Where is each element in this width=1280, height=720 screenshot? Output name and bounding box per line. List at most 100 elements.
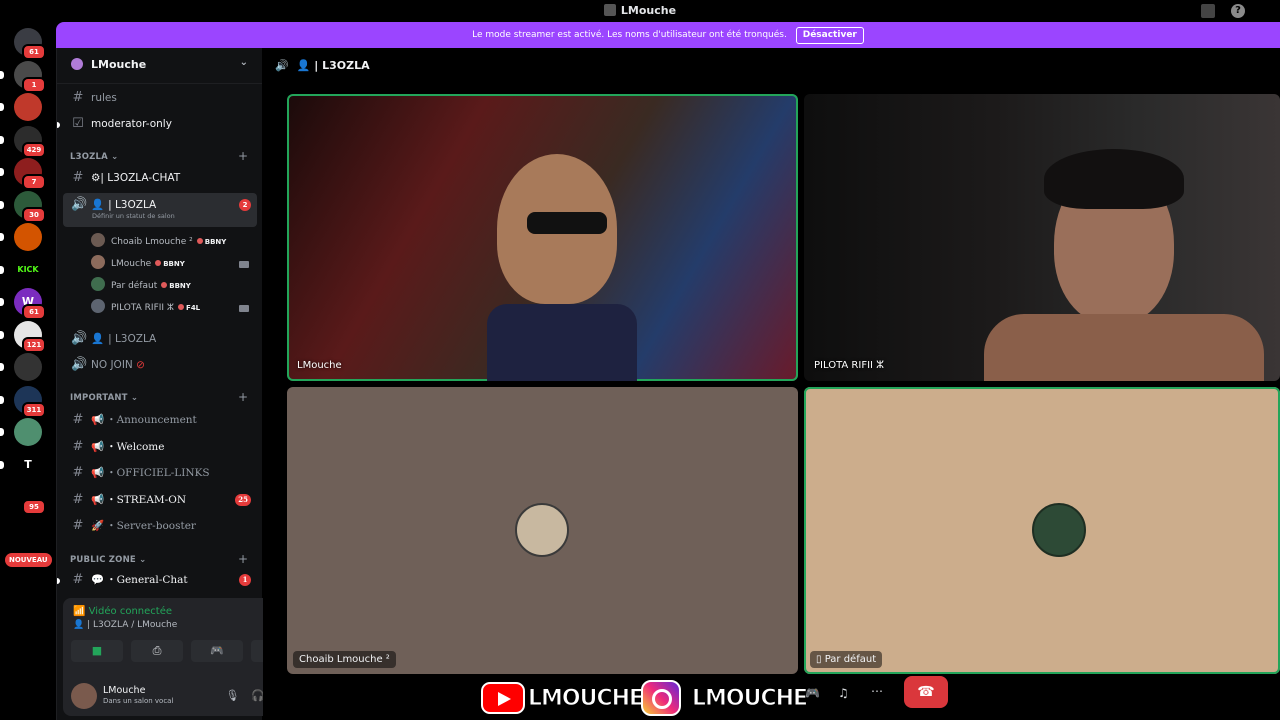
video-tile-par-defaut[interactable]: ▯ Par défaut [804,387,1280,674]
server-icon-4[interactable]: 429 [14,125,46,158]
megaphone-icon: 📢 [91,493,105,506]
microphone-icon[interactable]: 🎙 [225,689,251,702]
video-tile-lmouche[interactable]: LMouche [287,94,798,381]
channel-important-5[interactable]: # 🚀 ・Server-booster [63,514,257,538]
video-tile-choaib[interactable]: Choaib Lmouche ² [287,387,798,674]
category-public-zone[interactable]: PUBLIC ZONE ⌄ [70,555,146,565]
avatar [91,233,105,247]
channel-label: | L3OZLA [108,333,157,345]
voice-location-text: | L3OZLA / LMouche [87,620,178,630]
add-channel-icon[interactable]: + [238,552,248,566]
voice-user[interactable]: Par défaut BBNY [91,275,257,297]
instagram-icon [641,680,681,716]
video-tile-pilota[interactable]: PILOTA RIFII ⵣ [804,94,1280,381]
server-icon-3[interactable] [14,93,42,121]
chevron-down-icon[interactable]: ⌄ [240,57,248,68]
hash-icon: # [72,465,84,480]
server-icon-12[interactable]: 311 [14,385,46,418]
channel-label: ・General-Chat [106,574,188,586]
hash-icon: # [72,412,84,427]
server-icon-1[interactable]: 61 [14,28,46,60]
inbox-icon[interactable] [1201,4,1215,18]
channel-important-2[interactable]: # 📢 ・Welcome [63,435,257,459]
server-icon-10[interactable]: 121 [14,320,46,353]
channel-rules[interactable]: # rules [63,86,257,110]
channel-important-1[interactable]: # 📢 ・Announcement [63,408,257,432]
avatar[interactable] [71,683,97,709]
channel-important-3[interactable]: # 📢 ・OFFICIEL-LINKS [63,461,257,485]
add-channel-icon[interactable]: + [238,390,248,404]
unread-indicator [0,103,4,111]
more-options-icon[interactable]: ⋯ [871,684,883,698]
voice-location[interactable]: 👤 | L3OZLA / LMouche [73,620,177,630]
server-icon-13[interactable] [14,418,42,446]
set-channel-status[interactable]: Définir un statut de salon [92,206,175,226]
server-icon-5[interactable]: 7 [14,158,46,190]
avatar [1032,503,1086,557]
channel-moderator-only[interactable]: ☑ moderator-only [63,112,257,136]
mention-badge: 25 [235,493,251,506]
instagram-handle: LMOUCHE [691,686,808,712]
voice-channel-no-join[interactable]: 🔊 NO JOIN ⊘ [63,353,257,377]
voice-channel-l3ozla[interactable]: 🔊 👤 | L3OZLA [63,327,257,351]
speaker-icon: 🔊 [275,59,289,72]
tag-icon [178,304,185,310]
server-header[interactable]: LMouche ⌄ [57,48,262,84]
voice-user[interactable]: PILOTA RIFII ⵣ F4L [91,297,257,319]
server-icon [71,58,83,70]
server-icon-8[interactable]: KICK [14,255,42,284]
shoulders-shape [984,314,1264,381]
channel-label: ・Announcement [106,414,197,426]
user-name: LMouche [103,685,146,696]
speech-bubble-icon: 💬 [91,574,105,586]
add-channel-icon[interactable]: + [238,149,248,163]
server-icon-2[interactable]: 1 [14,60,46,93]
sunglasses-shape [527,212,607,234]
voice-channel-l3ozla-active[interactable]: 🔊 👤 | L3OZLA 2 Définir un statut de salon [63,193,257,227]
server-icon-11[interactable] [14,353,42,381]
activity-button[interactable]: 🎮 [191,640,243,662]
tag-icon [196,238,203,244]
speaker-icon: 🔊 [71,197,88,212]
category-l3ozla[interactable]: L3OZLA ⌄ [70,152,118,162]
avatar [515,503,569,557]
person-icon: 👤 [296,59,311,72]
channel-l3ozla-chat[interactable]: # ⚙| L3OZLA-CHAT [63,166,257,190]
disable-streamer-button[interactable]: Désactiver [795,27,864,44]
channel-label: ・STREAM-ON [106,493,187,506]
camera-button[interactable]: ■ [71,640,123,662]
server-icon-15[interactable]: 95 [14,483,46,515]
server-name: LMouche [91,58,147,71]
server-list: 61 1 429 7 30 KICK W 61 121 311 T 95 [0,22,56,720]
voice-user[interactable]: Choaib Lmouche ² BBNY [91,231,257,253]
user-tag: BBNY [196,231,226,253]
soundboard-icon[interactable]: ♫ [838,686,849,700]
channel-label: moderator-only [91,118,172,130]
banner-text: Le mode streamer est activé. Les noms d'… [472,30,787,40]
screen-share-button[interactable]: ⎙ [131,640,183,662]
server-icon-6[interactable]: 30 [14,190,46,223]
voice-user[interactable]: LMouche BBNY [91,253,257,275]
channel-general-chat[interactable]: # 💬 ・General-Chat 1 [63,568,257,592]
activity-icon[interactable]: 🎮 [805,686,820,700]
megaphone-icon: 📢 [91,467,105,479]
notification-badge: 61 [22,44,46,60]
channel-important-4[interactable]: # 📢 ・STREAM-ON 25 [63,488,257,512]
channel-label: ⚙| L3OZLA-CHAT [91,172,181,184]
category-important[interactable]: IMPORTANT ⌄ [70,393,138,403]
category-label: PUBLIC ZONE [70,555,136,565]
disconnect-button[interactable]: ☎ [904,676,948,708]
unread-indicator [0,298,4,306]
help-icon[interactable]: ? [1231,4,1245,18]
voice-status: 📶 Vidéo connectée [73,606,172,617]
server-icon-14[interactable]: T [14,450,42,479]
mobile-icon: ▯ [816,654,822,665]
unread-indicator [0,135,4,144]
avatar [91,255,105,269]
unread-indicator [0,265,4,274]
unread-indicator [0,168,4,176]
new-badge[interactable]: NOUVEAU [5,553,52,567]
server-icon-7[interactable] [14,223,42,251]
tag-icon [161,282,168,288]
server-icon-9[interactable]: W 61 [14,288,46,320]
